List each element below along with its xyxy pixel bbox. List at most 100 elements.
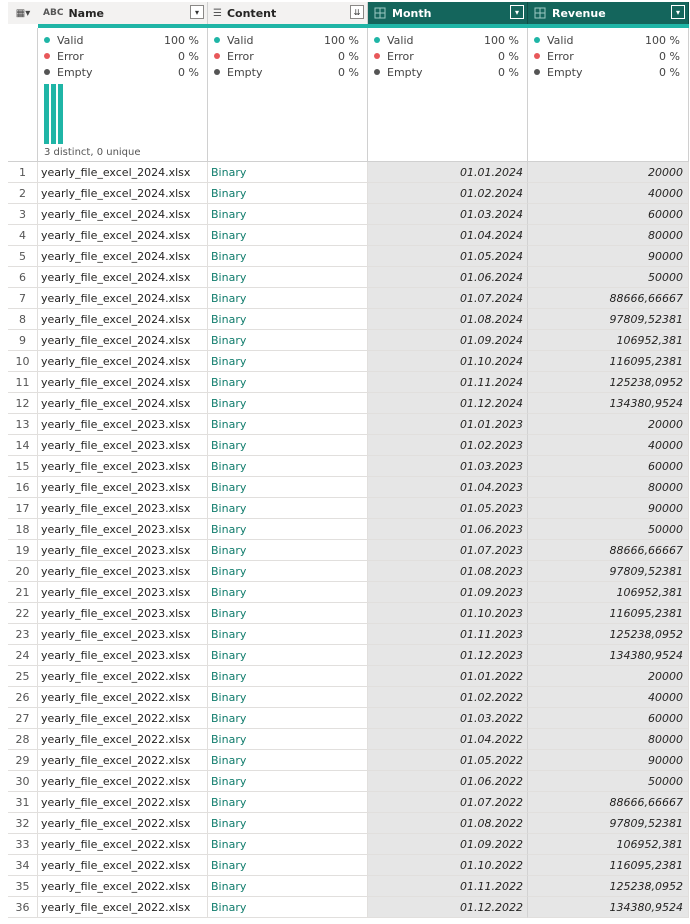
cell-content-binary[interactable]: Binary	[208, 897, 368, 918]
table-row[interactable]: 13 yearly_file_excel_2023.xlsx Binary 01.01…	[8, 414, 689, 435]
cell-content-binary[interactable]: Binary	[208, 519, 368, 540]
table-row[interactable]: 33 yearly_file_excel_2022.xlsx Binary 01.09…	[8, 834, 689, 855]
filter-dropdown-button[interactable]: ▾	[510, 5, 524, 19]
cell-content-binary[interactable]: Binary	[208, 624, 368, 645]
filter-dropdown-button[interactable]: ▾	[671, 5, 685, 19]
cell-content-binary[interactable]: Binary	[208, 750, 368, 771]
cell-content-binary[interactable]: Binary	[208, 309, 368, 330]
cell-content-binary[interactable]: Binary	[208, 813, 368, 834]
cell-content-binary[interactable]: Binary	[208, 540, 368, 561]
cell-content-binary[interactable]: Binary	[208, 456, 368, 477]
column-header-revenue[interactable]: Revenue ▾	[528, 2, 689, 24]
table-menu-button[interactable]: ▦▾	[8, 2, 39, 24]
cell-content-binary[interactable]: Binary	[208, 708, 368, 729]
table-row[interactable]: 14 yearly_file_excel_2023.xlsx Binary 01.02…	[8, 435, 689, 456]
table-row[interactable]: 30 yearly_file_excel_2022.xlsx Binary 01.06…	[8, 771, 689, 792]
table-row[interactable]: 12 yearly_file_excel_2024.xlsx Binary 01.12…	[8, 393, 689, 414]
cell-content-binary[interactable]: Binary	[208, 204, 368, 225]
cell-content-binary[interactable]: Binary	[208, 561, 368, 582]
table-row[interactable]: 22 yearly_file_excel_2023.xlsx Binary 01.10…	[8, 603, 689, 624]
cell-content-binary[interactable]: Binary	[208, 162, 368, 183]
distribution-bar[interactable]	[58, 84, 63, 144]
any-type-icon[interactable]	[374, 7, 386, 19]
table-row[interactable]: 29 yearly_file_excel_2022.xlsx Binary 01.05…	[8, 750, 689, 771]
table-row[interactable]: 5 yearly_file_excel_2024.xlsx Binary 01.05.…	[8, 246, 689, 267]
distribution-bar[interactable]	[44, 84, 49, 144]
table-row[interactable]: 16 yearly_file_excel_2023.xlsx Binary 01.04…	[8, 477, 689, 498]
table-row[interactable]: 26 yearly_file_excel_2022.xlsx Binary 01.02…	[8, 687, 689, 708]
table-row[interactable]: 20 yearly_file_excel_2023.xlsx Binary 01.08…	[8, 561, 689, 582]
cell-content-binary[interactable]: Binary	[208, 477, 368, 498]
column-header-content[interactable]: ☰ Content ⇊	[208, 2, 368, 24]
table-row[interactable]: 32 yearly_file_excel_2022.xlsx Binary 01.08…	[8, 813, 689, 834]
cell-content-binary[interactable]: Binary	[208, 225, 368, 246]
table-row[interactable]: 15 yearly_file_excel_2023.xlsx Binary 01.03…	[8, 456, 689, 477]
cell-content-binary[interactable]: Binary	[208, 267, 368, 288]
cell-content-binary[interactable]: Binary	[208, 498, 368, 519]
cell-revenue: 20000	[528, 162, 689, 183]
cell-content-binary[interactable]: Binary	[208, 435, 368, 456]
row-number: 31	[8, 792, 38, 813]
table-row[interactable]: 6 yearly_file_excel_2024.xlsx Binary 01.06.…	[8, 267, 689, 288]
cell-revenue: 97809,52381	[528, 561, 689, 582]
table-row[interactable]: 4 yearly_file_excel_2024.xlsx Binary 01.04.…	[8, 225, 689, 246]
cell-content-binary[interactable]: Binary	[208, 603, 368, 624]
table-row[interactable]: 36 yearly_file_excel_2022.xlsx Binary 01.12…	[8, 897, 689, 918]
table-row[interactable]: 28 yearly_file_excel_2022.xlsx Binary 01.04…	[8, 729, 689, 750]
cell-content-binary[interactable]: Binary	[208, 288, 368, 309]
cell-content-binary[interactable]: Binary	[208, 729, 368, 750]
table-row[interactable]: 18 yearly_file_excel_2023.xlsx Binary 01.06…	[8, 519, 689, 540]
cell-revenue: 88666,66667	[528, 792, 689, 813]
table-row[interactable]: 27 yearly_file_excel_2022.xlsx Binary 01.03…	[8, 708, 689, 729]
cell-revenue: 97809,52381	[528, 813, 689, 834]
table-row[interactable]: 8 yearly_file_excel_2024.xlsx Binary 01.08.…	[8, 309, 689, 330]
table-row[interactable]: 21 yearly_file_excel_2023.xlsx Binary 01.09…	[8, 582, 689, 603]
cell-content-binary[interactable]: Binary	[208, 834, 368, 855]
binary-type-icon[interactable]: ☰	[213, 8, 222, 19]
column-header-month[interactable]: Month ▾	[368, 2, 528, 24]
table-row[interactable]: 3 yearly_file_excel_2024.xlsx Binary 01.03.…	[8, 204, 689, 225]
any-type-icon[interactable]	[534, 7, 546, 19]
table-row[interactable]: 1 yearly_file_excel_2024.xlsx Binary 01.01.…	[8, 162, 689, 183]
cell-content-binary[interactable]: Binary	[208, 414, 368, 435]
cell-month: 01.10.2022	[368, 855, 528, 876]
cell-content-binary[interactable]: Binary	[208, 771, 368, 792]
cell-content-binary[interactable]: Binary	[208, 792, 368, 813]
cell-revenue: 116095,2381	[528, 603, 689, 624]
cell-content-binary[interactable]: Binary	[208, 666, 368, 687]
filter-dropdown-button[interactable]: ▾	[190, 5, 204, 19]
cell-content-binary[interactable]: Binary	[208, 876, 368, 897]
table-row[interactable]: 17 yearly_file_excel_2023.xlsx Binary 01.05…	[8, 498, 689, 519]
distribution-bar[interactable]	[51, 84, 56, 144]
cell-content-binary[interactable]: Binary	[208, 855, 368, 876]
cell-content-binary[interactable]: Binary	[208, 687, 368, 708]
row-number: 26	[8, 687, 38, 708]
table-row[interactable]: 23 yearly_file_excel_2023.xlsx Binary 01.11…	[8, 624, 689, 645]
table-row[interactable]: 10 yearly_file_excel_2024.xlsx Binary 01.10…	[8, 351, 689, 372]
table-row[interactable]: 7 yearly_file_excel_2024.xlsx Binary 01.07.…	[8, 288, 689, 309]
abc-type-icon[interactable]: ABC	[43, 8, 63, 18]
expand-binary-button[interactable]: ⇊	[350, 5, 364, 19]
column-header-name[interactable]: ABC Name ▾	[38, 2, 208, 24]
table-row[interactable]: 2 yearly_file_excel_2024.xlsx Binary 01.02.…	[8, 183, 689, 204]
table-row[interactable]: 31 yearly_file_excel_2022.xlsx Binary 01.07…	[8, 792, 689, 813]
cell-content-binary[interactable]: Binary	[208, 183, 368, 204]
cell-name: yearly_file_excel_2024.xlsx	[38, 309, 208, 330]
table-row[interactable]: 11 yearly_file_excel_2024.xlsx Binary 01.11…	[8, 372, 689, 393]
row-number: 2	[8, 183, 38, 204]
table-row[interactable]: 19 yearly_file_excel_2023.xlsx Binary 01.07…	[8, 540, 689, 561]
table-row[interactable]: 25 yearly_file_excel_2022.xlsx Binary 01.01…	[8, 666, 689, 687]
cell-content-binary[interactable]: Binary	[208, 246, 368, 267]
table-row[interactable]: 24 yearly_file_excel_2023.xlsx Binary 01.12…	[8, 645, 689, 666]
table-row[interactable]: 9 yearly_file_excel_2024.xlsx Binary 01.09.…	[8, 330, 689, 351]
cell-content-binary[interactable]: Binary	[208, 372, 368, 393]
cell-content-binary[interactable]: Binary	[208, 330, 368, 351]
table-row[interactable]: 34 yearly_file_excel_2022.xlsx Binary 01.10…	[8, 855, 689, 876]
cell-name: yearly_file_excel_2024.xlsx	[38, 204, 208, 225]
empty-dot-icon	[214, 69, 220, 75]
cell-content-binary[interactable]: Binary	[208, 645, 368, 666]
cell-content-binary[interactable]: Binary	[208, 351, 368, 372]
cell-content-binary[interactable]: Binary	[208, 393, 368, 414]
cell-content-binary[interactable]: Binary	[208, 582, 368, 603]
table-row[interactable]: 35 yearly_file_excel_2022.xlsx Binary 01.11…	[8, 876, 689, 897]
